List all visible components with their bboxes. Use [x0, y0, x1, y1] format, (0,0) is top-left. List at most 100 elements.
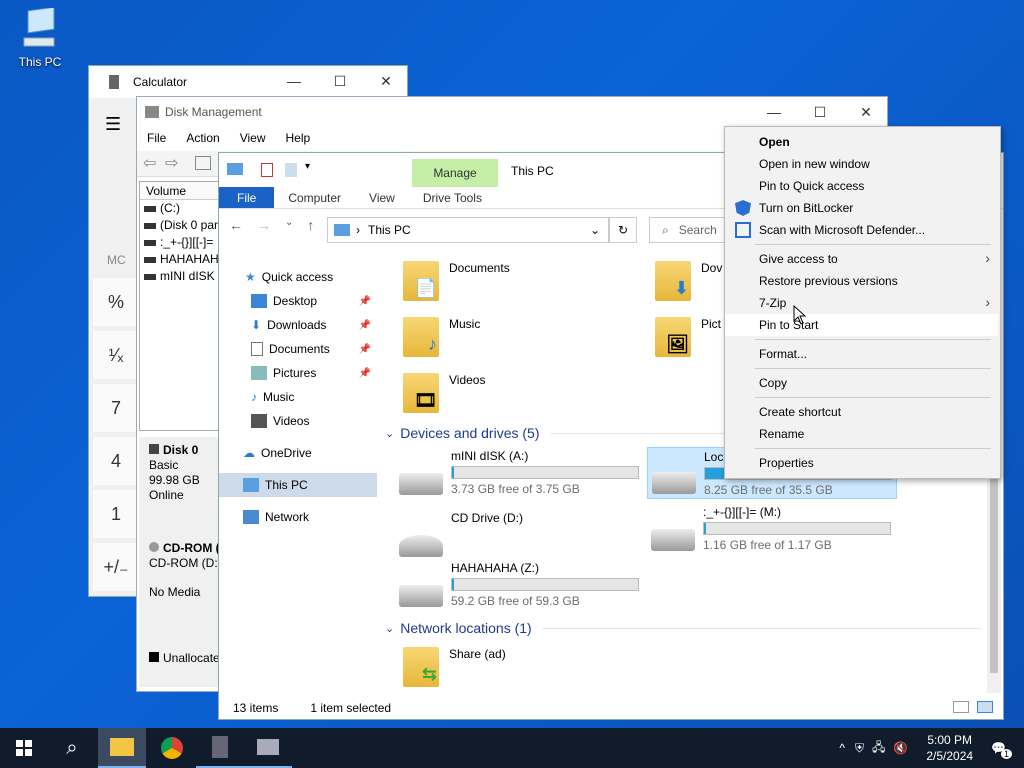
- tab-file[interactable]: File: [219, 187, 275, 208]
- tab-drive-tools[interactable]: Drive Tools: [409, 187, 496, 208]
- minimize-icon[interactable]: —: [271, 66, 317, 96]
- memory-clear-button[interactable]: MC: [107, 253, 126, 267]
- qat-dropdown-icon[interactable]: ▾: [305, 161, 310, 172]
- security-tray-icon[interactable]: ⛨: [855, 741, 864, 756]
- address-dropdown-icon[interactable]: ⌄: [590, 223, 600, 237]
- start-button[interactable]: [0, 728, 48, 768]
- back-arrow-icon[interactable]: ←: [229, 217, 243, 233]
- up-arrow-icon[interactable]: ↑: [307, 217, 314, 233]
- sidebar-item-music[interactable]: ♪ Music: [219, 385, 377, 409]
- one-key[interactable]: 1: [93, 490, 139, 538]
- menu-item-copy[interactable]: Copy: [759, 372, 787, 394]
- drive-z[interactable]: HAHAHAHA (Z:) 59.2 GB free of 59.3 GB: [399, 561, 639, 608]
- menu-item-restore-versions[interactable]: Restore previous versions: [759, 270, 898, 292]
- folder-videos[interactable]: 🎞 Videos: [403, 373, 485, 413]
- menu-item-7zip[interactable]: 7-Zip: [759, 292, 786, 314]
- maximize-icon[interactable]: ☐: [797, 97, 843, 127]
- negate-key[interactable]: +/₋: [93, 543, 139, 591]
- menu-item-pin-start[interactable]: Pin to Start: [725, 314, 998, 336]
- large-icons-view-icon[interactable]: [977, 701, 993, 713]
- hamburger-menu-icon[interactable]: ☰: [105, 114, 121, 135]
- drive-usage-bar: [703, 522, 891, 535]
- desktop-icon-this-pc[interactable]: This PC: [10, 6, 70, 69]
- sidebar-item-desktop[interactable]: Desktop 📌: [219, 289, 377, 313]
- folder-music[interactable]: ♪ Music: [403, 317, 480, 357]
- mouse-cursor-icon: [793, 305, 807, 325]
- menu-item-format[interactable]: Format...: [759, 343, 807, 365]
- details-view-icon[interactable]: [953, 701, 969, 713]
- system-tray: ^ ⛨ 🖧 🔇 5:00 PM 2/5/2024 💬 1: [833, 728, 1024, 768]
- properties-toolbar-icon[interactable]: [195, 156, 211, 170]
- sidebar-item-network[interactable]: Network: [219, 505, 377, 529]
- menu-item-pin-quick-access[interactable]: Pin to Quick access: [759, 175, 864, 197]
- drive-a[interactable]: mINI dISK (A:) 3.73 GB free of 3.75 GB: [399, 449, 639, 496]
- volume-icon: [144, 223, 156, 229]
- reciprocal-key[interactable]: ¹⁄ₓ: [93, 331, 139, 379]
- new-folder-qat-icon[interactable]: [285, 163, 297, 177]
- seven-key[interactable]: 7: [93, 384, 139, 432]
- folder-documents[interactable]: 📄 Documents: [403, 261, 510, 301]
- tab-view[interactable]: View: [355, 187, 409, 208]
- volume-row[interactable]: (Disk 0 part: [140, 217, 220, 234]
- menu-item-rename[interactable]: Rename: [759, 423, 804, 445]
- navigation-buttons: ← → ⌄ ↑: [229, 217, 314, 233]
- taskbar-disk-management[interactable]: [244, 728, 292, 768]
- forward-arrow-icon[interactable]: →: [257, 217, 271, 233]
- menu-item-create-shortcut[interactable]: Create shortcut: [759, 401, 841, 423]
- menu-item-properties[interactable]: Properties: [759, 452, 814, 474]
- clock[interactable]: 5:00 PM 2/5/2024: [926, 732, 973, 764]
- menu-file[interactable]: File: [137, 131, 176, 145]
- drive-d[interactable]: CD Drive (D:): [399, 511, 523, 557]
- drive-m[interactable]: :_+-{}][[-]= (M:) 1.16 GB free of 1.17 GB: [651, 505, 891, 552]
- volume-row[interactable]: :_+-{}][[-]=: [140, 234, 220, 251]
- properties-qat-icon[interactable]: [261, 163, 273, 177]
- network-share[interactable]: ⇆ Share (ad): [403, 647, 506, 687]
- volume-row[interactable]: (C:): [140, 200, 220, 217]
- network-group-header[interactable]: ⌄ Network locations (1): [385, 620, 981, 636]
- recent-dropdown-icon[interactable]: ⌄: [285, 217, 293, 233]
- maximize-icon[interactable]: ☐: [317, 66, 363, 96]
- close-icon[interactable]: ✕: [363, 66, 409, 96]
- percent-key[interactable]: %: [93, 278, 139, 326]
- folder-downloads[interactable]: ⬇ Dov: [655, 261, 722, 301]
- volume-row[interactable]: HAHAHAH: [140, 251, 220, 268]
- sidebar-item-onedrive[interactable]: ☁ OneDrive: [219, 441, 377, 465]
- search-taskbar-button[interactable]: ⌕: [48, 728, 96, 768]
- sidebar-item-videos[interactable]: Videos: [219, 409, 377, 433]
- show-hidden-icons-icon[interactable]: ^: [839, 741, 845, 755]
- folder-pictures[interactable]: 🖼 Pict: [655, 317, 721, 357]
- menu-action[interactable]: Action: [176, 131, 229, 145]
- sidebar-item-this-pc[interactable]: This PC: [219, 473, 377, 497]
- forward-arrow-icon[interactable]: ⇨: [165, 153, 178, 173]
- network-tray-icon[interactable]: 🖧: [872, 738, 885, 759]
- minimize-icon[interactable]: —: [751, 97, 797, 127]
- taskbar-calculator[interactable]: [196, 728, 244, 768]
- menu-help[interactable]: Help: [276, 131, 321, 145]
- volume-column-header[interactable]: Volume: [140, 182, 220, 200]
- address-bar[interactable]: › This PC ⌄: [327, 217, 609, 243]
- volume-muted-icon[interactable]: 🔇: [893, 741, 908, 755]
- tab-computer[interactable]: Computer: [274, 187, 355, 208]
- four-key[interactable]: 4: [93, 437, 139, 485]
- sidebar-item-pictures[interactable]: Pictures 📌: [219, 361, 377, 385]
- network-share-icon: ⇆: [403, 647, 439, 687]
- menu-item-open[interactable]: Open: [759, 131, 790, 153]
- menu-item-bitlocker[interactable]: Turn on BitLocker: [759, 197, 853, 219]
- refresh-button[interactable]: ↻: [609, 217, 637, 243]
- sidebar-item-quick-access[interactable]: ★ Quick access: [219, 265, 377, 289]
- menu-item-open-new-window[interactable]: Open in new window: [759, 153, 870, 175]
- sidebar-item-documents[interactable]: Documents 📌: [219, 337, 377, 361]
- sidebar-item-downloads[interactable]: ⬇ Downloads 📌: [219, 313, 377, 337]
- taskbar-file-explorer[interactable]: [98, 728, 146, 768]
- taskbar-chrome[interactable]: [148, 728, 196, 768]
- close-icon[interactable]: ✕: [843, 97, 889, 127]
- volume-row[interactable]: mINI dISK (: [140, 268, 220, 285]
- menu-view[interactable]: View: [230, 131, 276, 145]
- tab-manage[interactable]: Manage: [412, 159, 498, 187]
- menu-item-scan-defender[interactable]: Scan with Microsoft Defender...: [759, 219, 925, 241]
- notifications-icon[interactable]: 💬 1: [991, 741, 1012, 759]
- disk0-info[interactable]: Disk 0 Basic 99.98 GB Online: [139, 437, 219, 509]
- menu-item-give-access[interactable]: Give access to: [759, 248, 838, 270]
- cdrom-info[interactable]: CD-ROM ( CD-ROM (D:) No Media: [139, 535, 222, 606]
- back-arrow-icon[interactable]: ⇦: [143, 153, 156, 173]
